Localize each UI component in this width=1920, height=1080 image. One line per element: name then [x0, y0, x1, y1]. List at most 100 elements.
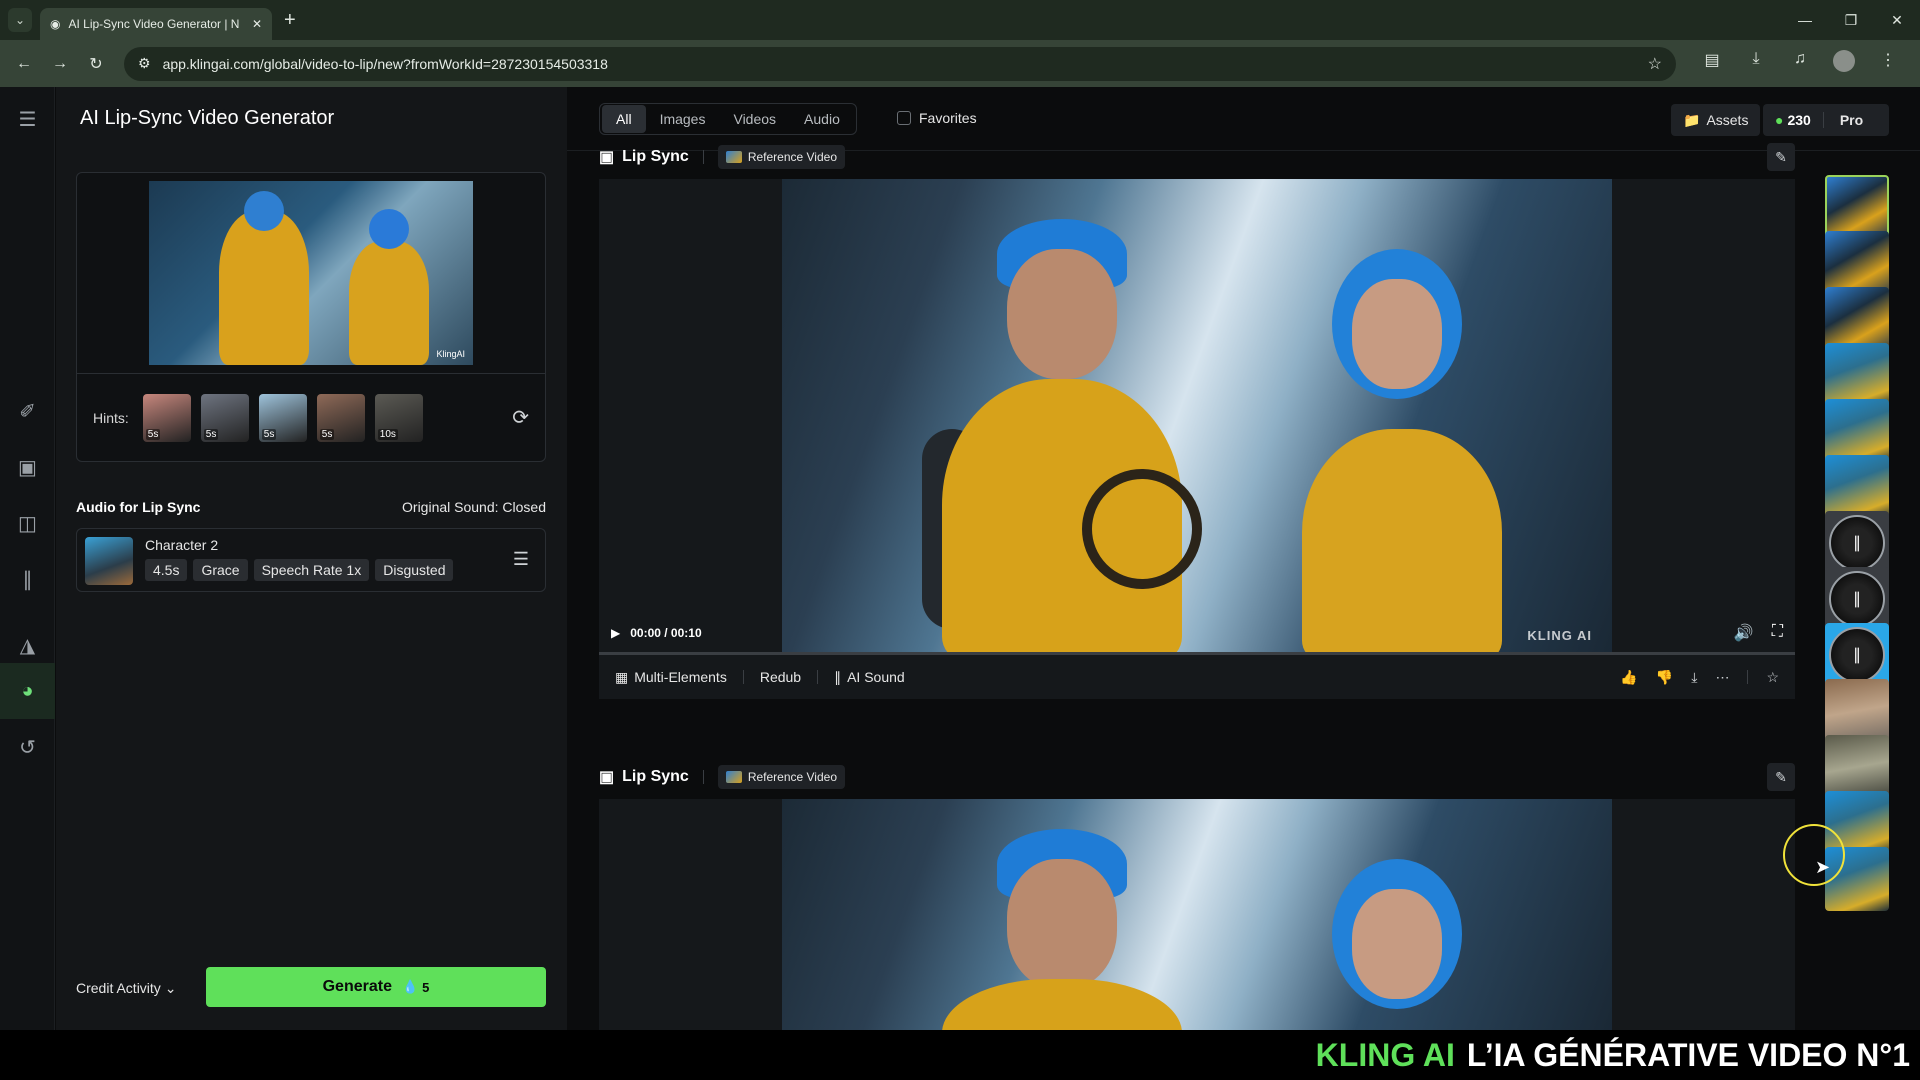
bookmark-star-icon[interactable]: ☆ — [1648, 54, 1662, 74]
image-icon[interactable]: ▣ — [0, 439, 55, 495]
credits-balance[interactable]: ● 230 — [1763, 112, 1824, 128]
ai-sound-button[interactable]: ∥ AI Sound — [834, 669, 905, 686]
history-icon[interactable]: ↺ — [0, 719, 55, 775]
multi-elements-icon: ▦ — [615, 668, 629, 685]
play-icon[interactable]: ▶ — [611, 626, 620, 640]
back-button[interactable]: ← — [8, 55, 40, 73]
pro-button[interactable]: Pro — [1824, 112, 1879, 128]
generate-cost: 5 — [422, 979, 430, 995]
history-thumbnail[interactable] — [1825, 175, 1889, 239]
browser-toolbar: ← → ↻ ⚙ app.klingai.com/global/video-to-… — [0, 40, 1920, 87]
chevron-down-icon: ⌄ — [164, 980, 177, 996]
media-controls-icon[interactable]: ♫ — [1784, 50, 1816, 77]
address-bar[interactable]: ⚙ app.klingai.com/global/video-to-lip/ne… — [124, 46, 1676, 81]
credit-activity-dropdown[interactable]: Credit Activity ⌄ — [76, 980, 176, 997]
hint-thumbnail[interactable]: 5s — [316, 393, 365, 442]
audio-wave-icon: ∥ — [834, 668, 842, 685]
multi-elements-label: Multi-Elements — [634, 669, 727, 685]
filter-videos[interactable]: Videos — [719, 105, 790, 133]
lip-sync-icon[interactable]: ◕ — [0, 663, 55, 719]
window-controls: — ❐ ✕ — [1782, 0, 1920, 40]
history-thumbnail[interactable]: ∥ — [1825, 567, 1889, 631]
left-panel: AI Lip-Sync Video Generator KlingAI Hint… — [56, 87, 567, 1030]
favorites-label: Favorites — [919, 110, 977, 126]
work-type-label: Lip Sync — [622, 768, 689, 785]
audio-wave-icon[interactable]: ∥ — [0, 551, 55, 607]
filter-all[interactable]: All — [602, 105, 646, 133]
reload-button[interactable]: ↻ — [80, 54, 112, 74]
reference-video-chip[interactable]: Reference Video — [717, 765, 845, 789]
hint-thumbnail[interactable]: 5s — [258, 393, 307, 442]
forward-button[interactable]: → — [44, 55, 76, 73]
history-thumbnail[interactable] — [1825, 399, 1889, 463]
divider — [1747, 670, 1749, 684]
original-sound-toggle[interactable]: Original Sound: Closed — [402, 499, 546, 515]
close-window-button[interactable]: ✕ — [1874, 12, 1920, 29]
favorites-checkbox[interactable]: Favorites — [897, 110, 977, 126]
refresh-hints-icon[interactable]: ⟳ — [512, 405, 529, 430]
history-thumbnail[interactable] — [1825, 679, 1889, 743]
download-icon[interactable]: ⤓ — [1691, 669, 1697, 686]
generate-button[interactable]: Generate 💧 5 — [206, 967, 546, 1007]
multi-elements-button[interactable]: ▦ Multi-Elements — [615, 669, 727, 686]
work-header-1: ▣ Lip Sync Reference Video — [599, 145, 845, 169]
favorite-star-icon[interactable]: ☆ — [1766, 669, 1779, 686]
hamburger-menu-icon[interactable]: ☰ — [0, 91, 55, 147]
hint-thumbnail[interactable]: 10s — [374, 393, 423, 442]
audio-wave-icon: ∥ — [1829, 571, 1885, 627]
history-thumbnail[interactable] — [1825, 735, 1889, 799]
character-audio-card[interactable]: Character 2 4.5s Grace Speech Rate 1x Di… — [76, 528, 546, 592]
promo-banner: KLING AI L’IA GÉNÉRATIVE VIDEO N°1 — [0, 1030, 1920, 1080]
main-area: All Images Videos Audio Favorites 📁 Asse… — [567, 87, 1920, 1030]
brush-icon[interactable]: ✐ — [0, 383, 55, 439]
history-thumbnail[interactable]: ∥ — [1825, 511, 1889, 575]
tab-search-button[interactable]: ⌄ — [8, 8, 32, 32]
extensions-icon[interactable]: ▤ — [1696, 50, 1728, 77]
fullscreen-icon[interactable]: ⛶ — [1772, 623, 1783, 643]
restore-button[interactable]: ❐ — [1828, 12, 1874, 29]
minimize-button[interactable]: — — [1782, 12, 1828, 28]
assets-label: Assets — [1706, 112, 1749, 128]
nav-rail: ☰ ✐ ▣ ◫ ∥ ◮ ◕ ↺ — [0, 87, 55, 1030]
hint-list: 5s 5s 5s 5s 10s — [142, 393, 423, 442]
new-tab-button[interactable]: + — [284, 9, 296, 32]
preview-image[interactable]: KlingAI — [149, 181, 473, 365]
downloads-icon[interactable]: ⤓ — [1740, 50, 1772, 77]
site-info-icon[interactable]: ⚙ — [138, 55, 151, 72]
edit-icon[interactable]: ✎ — [1767, 143, 1795, 171]
voice-chip: Grace — [193, 559, 248, 581]
thumbs-up-icon[interactable]: 👍 — [1620, 669, 1637, 686]
credit-drop-icon: ● — [1775, 112, 1784, 128]
audio-title: Audio for Lip Sync — [76, 499, 201, 515]
hint-thumbnail[interactable]: 5s — [200, 393, 249, 442]
history-thumbnail[interactable] — [1825, 287, 1889, 351]
credits-value: 230 — [1787, 112, 1811, 128]
edit-icon[interactable]: ✎ — [1767, 763, 1795, 791]
video-icon[interactable]: ◫ — [0, 495, 55, 551]
filter-audio[interactable]: Audio — [790, 105, 854, 133]
redub-button[interactable]: Redub — [760, 669, 801, 685]
filter-images[interactable]: Images — [646, 105, 720, 133]
browser-menu-icon[interactable]: ⋮ — [1872, 50, 1904, 77]
history-thumbnail[interactable] — [1825, 231, 1889, 295]
history-thumbnail[interactable]: ∥ — [1825, 623, 1889, 687]
history-thumbnails: ∥ ∥ ∥ — [1825, 175, 1891, 1030]
hint-thumbnail[interactable]: 5s — [142, 393, 191, 442]
history-thumbnail[interactable] — [1825, 455, 1889, 519]
video-player-2[interactable] — [599, 799, 1795, 1030]
history-thumbnail[interactable] — [1825, 343, 1889, 407]
hint-duration: 10s — [377, 428, 398, 440]
video-player-1[interactable]: KLING AI ▶ 00:00 / 00:10 🔊 ⛶ — [599, 179, 1795, 655]
more-icon[interactable]: ⋯ — [1715, 669, 1729, 686]
credit-activity-label: Credit Activity — [76, 980, 161, 996]
profile-avatar[interactable] — [1828, 50, 1860, 77]
volume-icon[interactable]: 🔊 — [1734, 623, 1754, 643]
assets-button[interactable]: 📁 Assets — [1671, 104, 1761, 136]
browser-tab-active[interactable]: ◉ AI Lip-Sync Video Generator | N ✕ — [40, 8, 272, 40]
video-frame: KLING AI — [782, 179, 1612, 655]
reference-video-chip[interactable]: Reference Video — [717, 145, 845, 169]
close-tab-icon[interactable]: ✕ — [252, 17, 262, 31]
hint-duration: 5s — [319, 428, 335, 440]
audio-settings-icon[interactable]: ☰ — [513, 549, 529, 570]
thumbs-down-icon[interactable]: 👎 — [1656, 669, 1673, 686]
